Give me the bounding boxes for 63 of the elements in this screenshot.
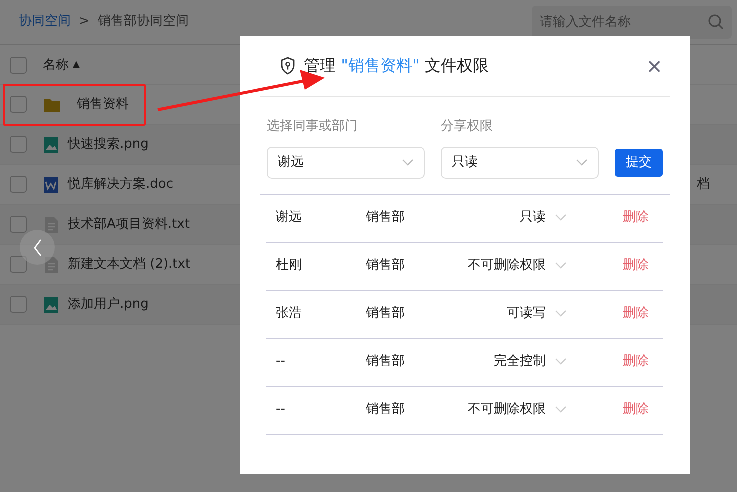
user-name: --	[275, 353, 286, 372]
sort-icon[interactable]: ▲	[73, 58, 80, 72]
delete-link[interactable]: 删除	[623, 304, 649, 324]
delete-link[interactable]: 删除	[623, 352, 649, 372]
chevron-down-icon[interactable]	[555, 358, 567, 366]
chevron-left-icon[interactable]	[32, 238, 42, 256]
permission-select[interactable]: 完全控制	[436, 352, 546, 372]
file-name[interactable]: 新建文本文档 (2).txt	[68, 254, 191, 274]
file-name[interactable]: 快速搜索.png	[68, 134, 149, 154]
user-name: --	[275, 401, 286, 420]
column-header[interactable]: 名称	[43, 56, 69, 76]
breadcrumb-separator: >	[79, 13, 90, 32]
image-file-icon	[42, 136, 60, 154]
department-name: 销售部	[366, 401, 406, 420]
submit-button[interactable]: 提交	[615, 148, 663, 176]
text-file-icon	[42, 216, 60, 234]
department-name: 销售部	[366, 257, 406, 276]
chevron-down-icon[interactable]	[555, 310, 567, 318]
file-name[interactable]: 悦库解决方案.doc	[68, 174, 174, 194]
chevron-down-icon[interactable]	[402, 158, 414, 166]
permission-select[interactable]: 不可删除权限	[436, 256, 546, 276]
checkbox[interactable]	[10, 57, 27, 74]
checkbox[interactable]	[10, 176, 27, 193]
word-file-icon	[42, 176, 60, 194]
permission-select[interactable]: 不可删除权限	[436, 400, 546, 420]
user-name: 杜刚	[275, 257, 303, 276]
checkbox[interactable]	[10, 296, 27, 313]
table-cell-text: 档	[697, 176, 710, 194]
delete-link[interactable]: 删除	[623, 400, 649, 420]
permission-select[interactable]: 只读	[436, 208, 546, 228]
delete-link[interactable]: 删除	[623, 256, 649, 276]
select-field[interactable]: 谢远	[267, 146, 425, 178]
field-label: 分享权限	[441, 118, 494, 136]
file-name[interactable]: 销售资料	[77, 94, 129, 114]
permission-select[interactable]: 可读写	[436, 304, 546, 324]
previous-button[interactable]	[20, 230, 55, 265]
search-field[interactable]: 请输入文件名称	[532, 6, 732, 38]
chevron-down-icon[interactable]	[555, 214, 567, 222]
breadcrumb-item: 销售部协同空间	[98, 13, 189, 32]
dialog-title: 管理 "销售资料" 文件权限	[304, 56, 489, 76]
field-label: 选择同事或部门	[267, 118, 359, 136]
chevron-down-icon[interactable]	[576, 158, 588, 166]
checkbox[interactable]	[10, 216, 27, 233]
select-field[interactable]: 只读	[441, 146, 599, 178]
shield-key-icon	[280, 57, 296, 75]
text-file-icon	[42, 256, 60, 274]
breadcrumb-item[interactable]: 协同空间	[19, 12, 71, 32]
file-name[interactable]: 技术部A项目资料.txt	[68, 214, 190, 234]
image-file-icon	[42, 296, 60, 314]
delete-link[interactable]: 删除	[623, 208, 649, 228]
checkbox[interactable]	[10, 136, 27, 153]
checkbox[interactable]	[10, 256, 27, 273]
department-name: 销售部	[366, 209, 406, 228]
close-button[interactable]: ×	[646, 56, 663, 76]
chevron-down-icon[interactable]	[555, 262, 567, 270]
department-name: 销售部	[366, 305, 406, 324]
user-name: 谢远	[275, 209, 303, 228]
department-name: 销售部	[366, 353, 406, 372]
chevron-down-icon[interactable]	[555, 406, 567, 414]
file-name[interactable]: 添加用户.png	[68, 294, 149, 314]
user-name: 张浩	[275, 305, 303, 324]
checkbox[interactable]	[10, 96, 27, 113]
search-icon[interactable]	[708, 14, 724, 30]
